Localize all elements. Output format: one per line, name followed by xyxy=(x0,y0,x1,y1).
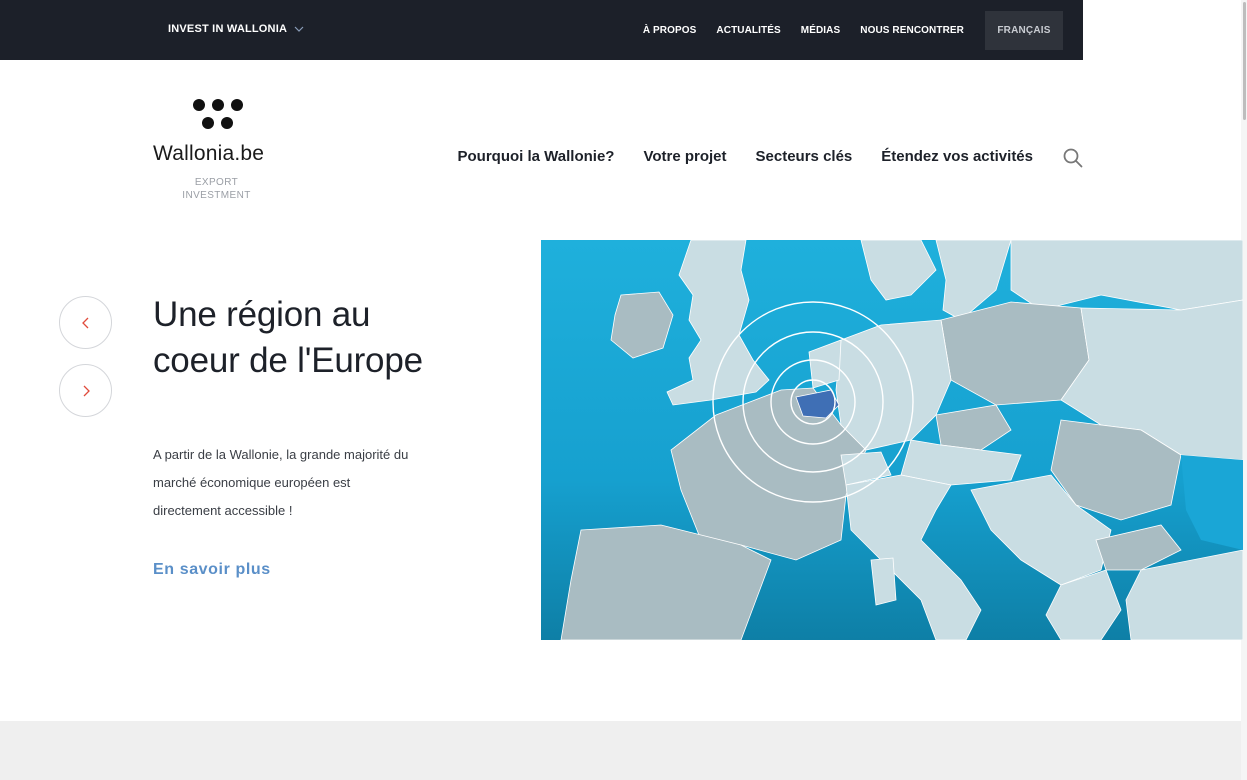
top-link-medias[interactable]: MÉDIAS xyxy=(801,25,841,36)
nav-votre-projet[interactable]: Votre projet xyxy=(643,148,726,165)
scrollbar-thumb[interactable] xyxy=(1243,2,1246,120)
next-section-band xyxy=(0,721,1241,780)
slide-description: A partir de la Wallonie, la grande major… xyxy=(153,447,409,518)
logo-wordmark: Wallonia.be xyxy=(153,142,265,165)
top-link-actualites[interactable]: ACTUALITÉS xyxy=(716,25,780,36)
learn-more-link[interactable]: En savoir plus xyxy=(153,561,271,579)
slider-next-button[interactable] xyxy=(59,364,112,417)
slider-prev-button[interactable] xyxy=(59,296,112,349)
logo-subtitle: EXPORT INVESTMENT xyxy=(182,177,251,201)
nav-etendez-vos-activites[interactable]: Étendez vos activités xyxy=(881,148,1033,165)
chevron-down-icon xyxy=(294,26,304,32)
slide-title: Une région au coeur de l'Europe xyxy=(153,295,423,380)
nav-secteurs-cles[interactable]: Secteurs clés xyxy=(756,148,853,165)
top-nav: À PROPOS ACTUALITÉS MÉDIAS NOUS RENCONTR… xyxy=(623,0,1083,60)
top-link-nous-rencontrer[interactable]: NOUS RENCONTRER xyxy=(860,25,964,36)
chevron-left-icon xyxy=(81,317,88,328)
top-bar: INVEST IN WALLONIA À PROPOS ACTUALITÉS M… xyxy=(0,0,1083,60)
logo-dots xyxy=(193,99,243,131)
chevron-right-icon xyxy=(83,385,90,396)
main-nav: Pourquoi la Wallonie? Votre projet Secte… xyxy=(429,148,1034,165)
wallonia-logo[interactable]: Wallonia.be EXPORT INVESTMENT xyxy=(153,99,288,204)
top-link-a-propos[interactable]: À PROPOS xyxy=(643,25,697,36)
search-icon[interactable] xyxy=(1063,148,1083,168)
nav-pourquoi-la-wallonie[interactable]: Pourquoi la Wallonie? xyxy=(458,148,615,165)
language-selector[interactable]: FRANÇAIS xyxy=(985,10,1063,50)
europe-map-image xyxy=(541,240,1243,640)
invest-in-wallonia-dropdown[interactable]: INVEST IN WALLONIA xyxy=(168,23,304,35)
brand-label: INVEST IN WALLONIA xyxy=(168,23,288,35)
